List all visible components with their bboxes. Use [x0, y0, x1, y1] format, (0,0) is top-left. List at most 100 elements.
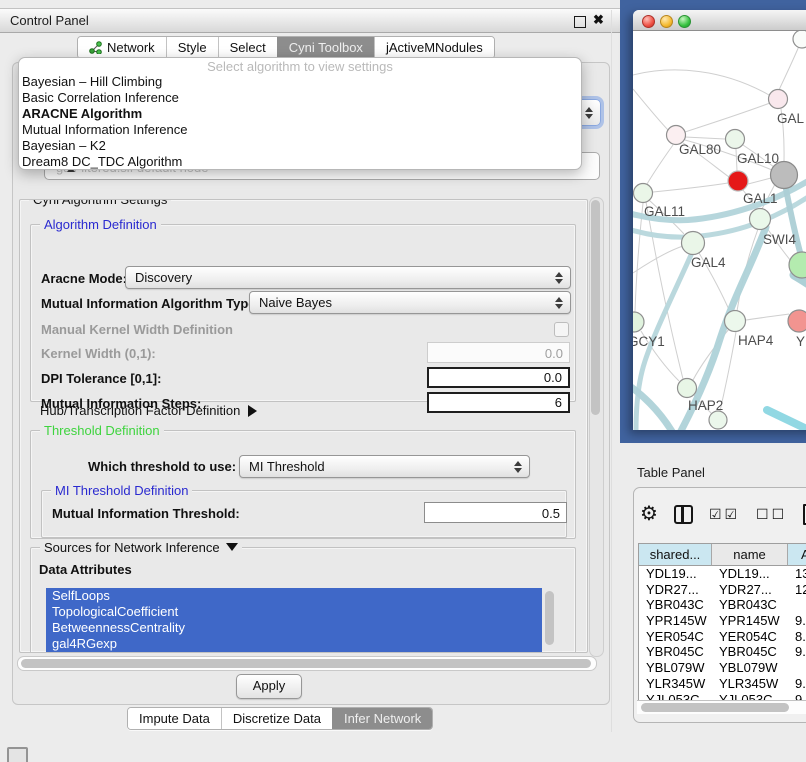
data-attribute-item[interactable]: SelfLoops	[46, 588, 542, 604]
close-panel-icon[interactable]: ✖	[593, 12, 604, 28]
algorithm-option[interactable]: Basic Correlation Inference	[19, 90, 581, 106]
sources-group-title[interactable]: Sources for Network Inference	[40, 540, 242, 555]
network-window-titlebar[interactable]	[633, 10, 806, 31]
close-traffic-light-icon[interactable]	[642, 15, 655, 28]
tab-cyni-toolbox[interactable]: Cyni Toolbox	[277, 37, 374, 58]
tab-network[interactable]: Network	[78, 37, 166, 58]
table-row[interactable]: YBR043CYBR043C	[639, 597, 806, 613]
table-row[interactable]: YDL19...YDL19...13	[639, 566, 806, 582]
tab-jactivemnodules[interactable]: jActiveMNodules	[374, 37, 494, 58]
sources-title-text: Sources for Network Inference	[44, 540, 220, 555]
kernel-width-field[interactable]: 0.0	[427, 342, 570, 363]
column-header[interactable]: name	[712, 544, 788, 566]
mi-type-label: Mutual Information Algorithm Type:	[41, 296, 260, 311]
mi-steps-field[interactable]: 6	[427, 392, 570, 413]
table-row[interactable]: YPR145WYPR145W9.	[639, 613, 806, 629]
network-edge[interactable]	[647, 145, 673, 184]
table-row[interactable]: YBR045CYBR045C9.	[639, 644, 806, 660]
data-attributes-list[interactable]: SelfLoopsTopologicalCoefficientBetweenne…	[46, 588, 542, 652]
settings-vertical-scrollbar[interactable]	[589, 197, 604, 657]
algorithm-option[interactable]: Bayesian – Hill Climbing	[19, 74, 581, 90]
network-canvas[interactable]: GALGAL80GAL10GAL1GAL11GAL4SWI4GCY1HAP4YH…	[633, 31, 806, 430]
algorithm-placeholder: Select algorithm to view settings	[19, 59, 581, 74]
network-edge[interactable]	[635, 203, 643, 312]
mi-algorithm-type-select[interactable]: Naive Bayes	[249, 291, 571, 314]
minimize-traffic-light-icon[interactable]	[660, 15, 673, 28]
desktop-background: GALGAL80GAL10GAL1GAL11GAL4SWI4GCY1HAP4YH…	[620, 0, 806, 443]
network-node[interactable]	[709, 411, 727, 429]
data-attribute-item[interactable]: BetweennessCentrality	[46, 620, 542, 636]
table-cell: YER054C	[639, 629, 712, 645]
table-cell: YBL079W	[712, 660, 788, 676]
table-cell: 12	[788, 582, 806, 598]
network-edge[interactable]	[746, 314, 789, 320]
table-row[interactable]: YDR27...YDR27...12	[639, 582, 806, 598]
table-row[interactable]: YBL079WYBL079W	[639, 660, 806, 676]
network-edge[interactable]	[633, 89, 668, 130]
table-row[interactable]: YLR345WYLR345W9.	[639, 676, 806, 692]
network-node-hap2[interactable]	[678, 379, 697, 398]
algorithm-option[interactable]: ARACNE Algorithm	[19, 106, 581, 122]
attributes-list-scrollbar[interactable]	[545, 591, 554, 645]
scrollbar-thumb[interactable]	[641, 703, 789, 712]
float-panel-icon[interactable]	[574, 16, 586, 28]
network-edge[interactable]	[685, 137, 725, 139]
apply-button[interactable]: Apply	[236, 674, 302, 699]
network-node-gal1[interactable]	[728, 171, 748, 191]
table-horizontal-scrollbar[interactable]	[637, 700, 806, 714]
network-node-hap4[interactable]	[725, 311, 746, 332]
network-node-y[interactable]	[788, 310, 806, 332]
corner-grip[interactable]	[7, 747, 28, 762]
network-edge[interactable]	[685, 103, 770, 132]
aracne-mode-select[interactable]: Discovery	[125, 266, 571, 289]
tab-impute-data[interactable]: Impute Data	[128, 708, 221, 729]
network-node-gal[interactable]	[769, 90, 788, 109]
network-node[interactable]	[750, 209, 771, 230]
aracne-mode-value: Discovery	[135, 270, 192, 285]
which-threshold-select[interactable]: MI Threshold	[239, 455, 530, 478]
network-edge-thick[interactable]	[767, 410, 806, 430]
mi-threshold-field[interactable]: 0.5	[424, 502, 567, 523]
tab-style[interactable]: Style	[166, 37, 218, 58]
tab-label: Style	[178, 40, 207, 55]
column-header[interactable]: shared...	[639, 544, 712, 566]
manual-kernel-checkbox[interactable]	[554, 322, 569, 337]
threshold-definition-title: Threshold Definition	[40, 423, 164, 438]
scrollbar-thumb[interactable]	[21, 659, 591, 668]
dpi-tolerance-field[interactable]: 0.0	[427, 367, 570, 388]
algorithm-definition-title: Algorithm Definition	[40, 217, 161, 232]
gear-icon[interactable]: ⚙	[640, 504, 658, 524]
columns-icon[interactable]	[674, 505, 693, 524]
network-node-gal10[interactable]	[726, 130, 745, 149]
data-attribute-item[interactable]: TopologicalCoefficient	[46, 604, 542, 620]
network-graph[interactable]: GALGAL80GAL10GAL1GAL11GAL4SWI4GCY1HAP4YH…	[633, 31, 806, 430]
network-node-label: GAL11	[644, 204, 685, 219]
algorithm-option[interactable]: Bayesian – K2	[19, 138, 581, 154]
network-node[interactable]	[793, 31, 806, 48]
select-all-checkboxes-icon[interactable]: ☑☑	[709, 506, 740, 523]
mi-threshold-definition-title: MI Threshold Definition	[51, 483, 192, 498]
table-row[interactable]: YER054CYER054C8.	[639, 629, 806, 645]
stepper-icon	[584, 100, 594, 125]
algorithm-option[interactable]: Dream8 DC_TDC Algorithm	[19, 154, 581, 170]
column-header[interactable]: A	[788, 544, 806, 566]
network-edge[interactable]	[633, 70, 769, 95]
deselect-all-checkboxes-icon[interactable]: ☐☐	[756, 506, 787, 523]
aracne-mode-label: Aracne Mode:	[41, 271, 127, 286]
table-cell: YDL19...	[712, 566, 788, 582]
network-node-gcy1[interactable]	[633, 312, 644, 332]
data-attribute-item[interactable]: gal4RGexp	[46, 636, 542, 652]
network-view-window[interactable]: GALGAL80GAL10GAL1GAL11GAL4SWI4GCY1HAP4YH…	[633, 10, 806, 430]
tab-discretize-data[interactable]: Discretize Data	[221, 708, 332, 729]
settings-horizontal-scrollbar[interactable]	[17, 656, 597, 671]
zoom-traffic-light-icon[interactable]	[678, 15, 691, 28]
tab-infer-network[interactable]: Infer Network	[332, 708, 432, 729]
network-edge[interactable]	[653, 183, 728, 192]
scrollbar-thumb[interactable]	[591, 200, 600, 415]
algorithm-option[interactable]: Mutual Information Inference	[19, 122, 581, 138]
tab-select[interactable]: Select	[218, 37, 277, 58]
network-node-gal11[interactable]	[634, 184, 653, 203]
network-node-gal4[interactable]	[682, 232, 705, 255]
hub-definition-toggle[interactable]: Hub/Transcription Factor Definition	[40, 403, 257, 418]
network-edge[interactable]	[748, 178, 771, 184]
